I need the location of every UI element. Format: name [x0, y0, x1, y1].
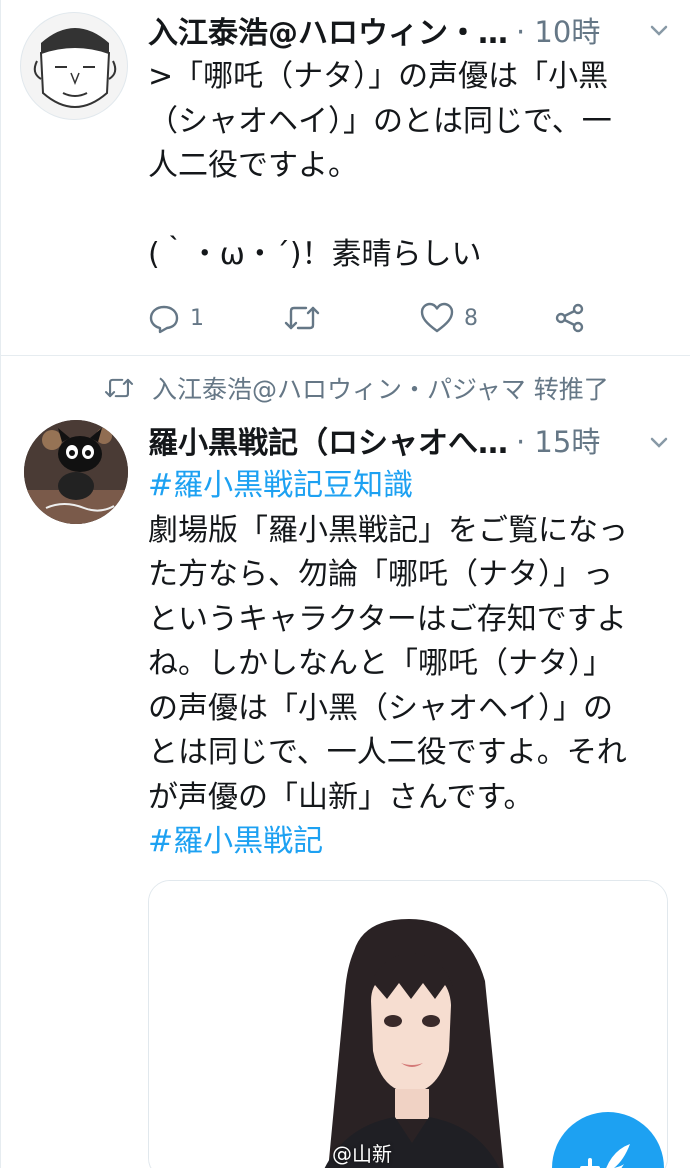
author-name[interactable]: 入江泰浩@ハロウィン・… [148, 8, 508, 52]
like-button[interactable]: 8 [420, 302, 478, 334]
author-avatar[interactable] [20, 12, 128, 120]
weibo-logo-icon [300, 1143, 325, 1163]
compose-tweet-icon [580, 1144, 630, 1168]
cat-character-avatar-art [24, 420, 128, 524]
share-button[interactable] [554, 302, 586, 334]
chevron-down-icon[interactable] [644, 16, 674, 46]
tweet-text-line: が声優の「山新」さんです。 [148, 779, 534, 815]
tweet-time[interactable]: · 10時 [516, 9, 600, 51]
tweet-text-line [148, 189, 612, 234]
heart-icon [420, 302, 454, 333]
author-avatar[interactable] [24, 420, 128, 524]
tweet-text-line: 人二役ですよ。 [148, 148, 358, 183]
tweet-1[interactable]: 入江泰浩@ハロウィン・… · 10時 >「哪吒（ナタ）」の声優は「小黑 （シャオ… [0, 0, 690, 355]
share-icon [555, 303, 584, 333]
author-name[interactable]: 羅小黒戦記（ロシャオへ… [148, 418, 508, 462]
compose-tweet-button[interactable] [552, 1112, 664, 1168]
tweet-text-line: （シャオヘイ）」のとは同じで、一 [148, 103, 612, 139]
tweet-text-line: ね。しかしなんと「哪吒（ナタ）」 [148, 646, 613, 681]
tweet-text: #羅小黒戦記豆知識 劇場版「羅小黒戦記」をご覧になっ た方なら、勿論「哪吒（ナタ… [148, 464, 628, 865]
reply-button[interactable]: 1 [148, 302, 204, 334]
tweet-text-line: というキャラクターはご存知ですよ [148, 601, 627, 637]
reply-count: 1 [190, 305, 204, 331]
author-row: 入江泰浩@ハロウィン・… · 10時 [148, 9, 600, 51]
cartoon-face-avatar-art [33, 28, 117, 108]
retweet-button[interactable] [284, 302, 320, 334]
retweet-icon [284, 306, 320, 330]
media-watermark: @山新 [300, 1138, 392, 1167]
hashtag-link[interactable]: #羅小黒戦記 [148, 820, 628, 865]
tweet-text-line: た方なら、勿論「哪吒（ナタ）」っ [148, 557, 613, 592]
chevron-down-icon[interactable] [644, 428, 674, 458]
watermark-text: @山新 [332, 1142, 392, 1166]
tweet-text-line: (｀・ω・´)！素晴らしい [148, 237, 482, 272]
reply-icon [149, 305, 179, 334]
tweet-text-line: 劇場版「羅小黒戦記」をご覧になっ [148, 512, 628, 548]
tweet-text-line: >「哪吒（ナタ）」の声優は「小黑 [148, 59, 609, 94]
tweet-text-line: とは同じで、一人二役ですよ。それ [148, 735, 627, 770]
tweet-time[interactable]: · 15時 [516, 419, 600, 461]
tweet-text-line: の声優は「小黑（シャオヘイ）」の [148, 690, 613, 726]
like-count: 8 [464, 305, 478, 331]
author-row: 羅小黒戦記（ロシャオへ… · 15時 [148, 419, 600, 461]
hashtag-link[interactable]: #羅小黒戦記豆知識 [148, 464, 628, 509]
tweet-text: >「哪吒（ナタ）」の声優は「小黑 （シャオヘイ）」のとは同じで、一 人二役ですよ… [148, 55, 612, 278]
